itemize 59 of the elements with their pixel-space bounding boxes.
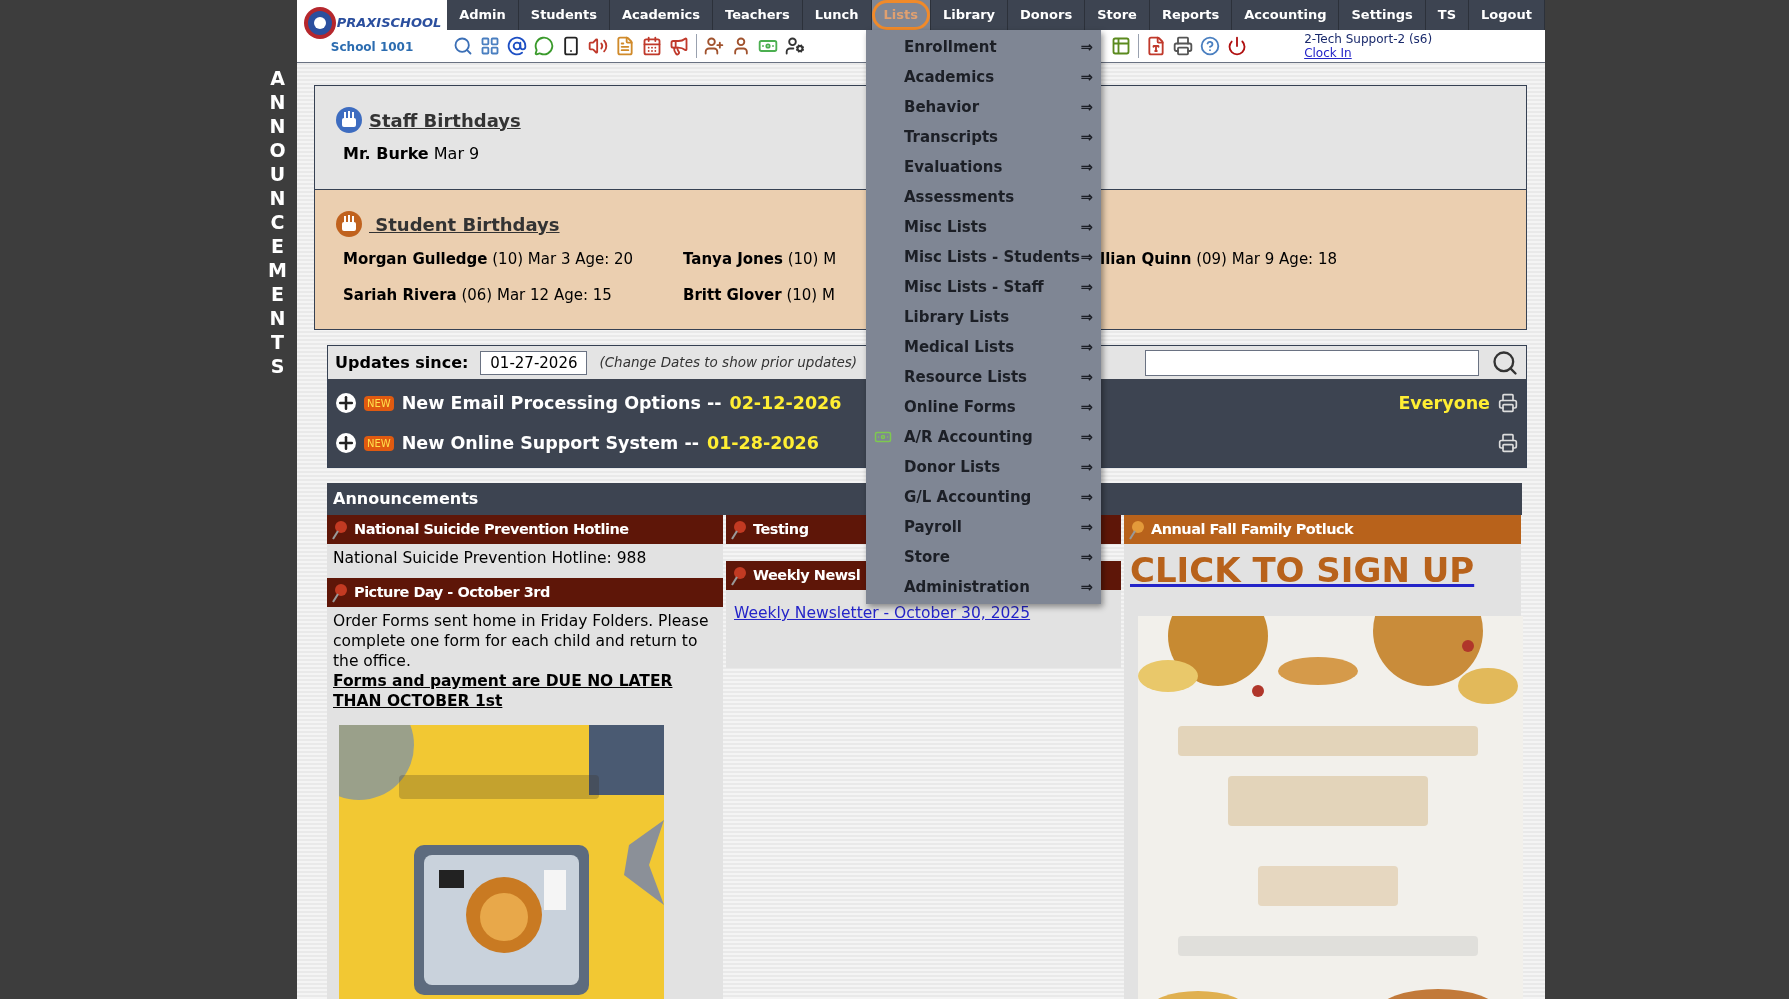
menu-item[interactable]: Behavior ⇒ xyxy=(866,92,1101,122)
update-date: 02-12-2026 xyxy=(729,391,842,415)
menu-item[interactable]: Misc Lists - Staff ⇒ xyxy=(866,272,1101,302)
nav-tab[interactable]: TS xyxy=(1425,0,1470,30)
vertical-label: ANNOUNCEMENTS xyxy=(268,66,287,379)
menu-item[interactable]: Misc Lists - Students⇒ xyxy=(866,242,1101,272)
nav-tab[interactable]: Admin xyxy=(447,0,519,30)
update-title[interactable]: New Online Support System -- xyxy=(401,429,699,457)
announcement-header[interactable]: Picture Day - October 3rd xyxy=(327,578,723,607)
update-title[interactable]: New Email Processing Options -- xyxy=(401,389,722,417)
date-hint: (Change Dates to show prior updates) xyxy=(599,353,858,373)
user-name: 2-Tech Support-2 (s6) xyxy=(1304,32,1433,46)
menu-item[interactable]: Library Lists ⇒ xyxy=(866,302,1101,332)
menu-item[interactable]: Resource Lists ⇒ xyxy=(866,362,1101,392)
birthday-entry: Morgan Gulledge (10) Mar 3 Age: 20 xyxy=(343,250,634,268)
menu-item[interactable]: A/R Accounting ⇒ xyxy=(866,422,1101,452)
audience-label: Everyone xyxy=(1398,391,1490,415)
announcement-text: National Suicide Prevention Hotline: 988 xyxy=(333,548,648,568)
clock-in-link[interactable]: Clock In xyxy=(1304,46,1433,60)
section-title[interactable]: Staff Birthdays xyxy=(369,106,521,134)
nav-tab[interactable]: Students xyxy=(518,0,610,30)
logo[interactable]: PRAXISCHOOL School 1001 xyxy=(297,0,448,62)
nav-tab[interactable]: Accounting xyxy=(1232,0,1340,30)
menu-item[interactable]: Administration ⇒ xyxy=(866,572,1101,602)
date-field[interactable]: 01-27-2026 xyxy=(480,350,588,375)
birthday-entry: Mr. Burke Mar 9 xyxy=(343,144,480,163)
menu-item[interactable]: Store ⇒ xyxy=(866,542,1101,572)
brand-name: PRAXISCHOOL xyxy=(336,14,442,33)
menu-item[interactable]: Medical Lists ⇒ xyxy=(866,332,1101,362)
menu-item[interactable]: Payroll ⇒ xyxy=(866,512,1101,542)
announcement-header[interactable]: National Suicide Prevention Hotline xyxy=(327,515,723,544)
birthday-entry: llian Quinn (09) Mar 9 Age: 18 xyxy=(1100,250,1338,268)
nav-tab[interactable]: Reports xyxy=(1149,0,1233,30)
menu-item[interactable]: Online Forms ⇒ xyxy=(866,392,1101,422)
birthday-entry: Tanya Jones (10) M xyxy=(683,250,837,268)
menu-item[interactable]: Enrollment ⇒ xyxy=(866,32,1101,62)
nav-tab[interactable]: Settings xyxy=(1339,0,1426,30)
announcement-text: Order Forms sent home in Friday Folders. Please complete one form for each child and return to the office. xyxy=(333,611,710,671)
nav-tab[interactable]: Academics xyxy=(609,0,714,30)
nav-tab[interactable]: Teachers xyxy=(713,0,803,30)
nav-tab[interactable]: Logout xyxy=(1469,0,1545,30)
new-badge: NEW xyxy=(364,395,394,411)
menu-item[interactable]: Assessments ⇒ xyxy=(866,182,1101,212)
notice-text: Forms and payment are DUE NO LATER THAN OCTOBER 1st xyxy=(333,671,674,711)
menu-item[interactable]: Donor Lists ⇒ xyxy=(866,452,1101,482)
announcement-header[interactable]: Annual Fall Family Potluck xyxy=(1124,515,1521,544)
newsletter-link[interactable]: Weekly Newsletter - October 30, 2025 xyxy=(734,604,1031,622)
menu-item[interactable]: Misc Lists ⇒ xyxy=(866,212,1101,242)
birthday-entry: Britt Glover (10) M xyxy=(683,285,835,304)
menu-item[interactable]: Evaluations ⇒ xyxy=(866,152,1101,182)
updates-label: Updates since: xyxy=(335,351,469,374)
birthday-entry: Sariah Rivera (06) Mar 12 Age: 15 xyxy=(343,285,612,304)
update-date: 01-28-2026 xyxy=(706,431,819,455)
menu-item[interactable]: Academics ⇒ xyxy=(866,62,1101,92)
new-badge: NEW xyxy=(364,435,394,451)
menu-item[interactable]: G/L Accounting ⇒ xyxy=(866,482,1101,512)
school-name: School 1001 xyxy=(330,40,414,54)
section-title[interactable]: Student Birthdays xyxy=(369,210,560,238)
menu-item[interactable]: Transcripts ⇒ xyxy=(866,122,1101,152)
